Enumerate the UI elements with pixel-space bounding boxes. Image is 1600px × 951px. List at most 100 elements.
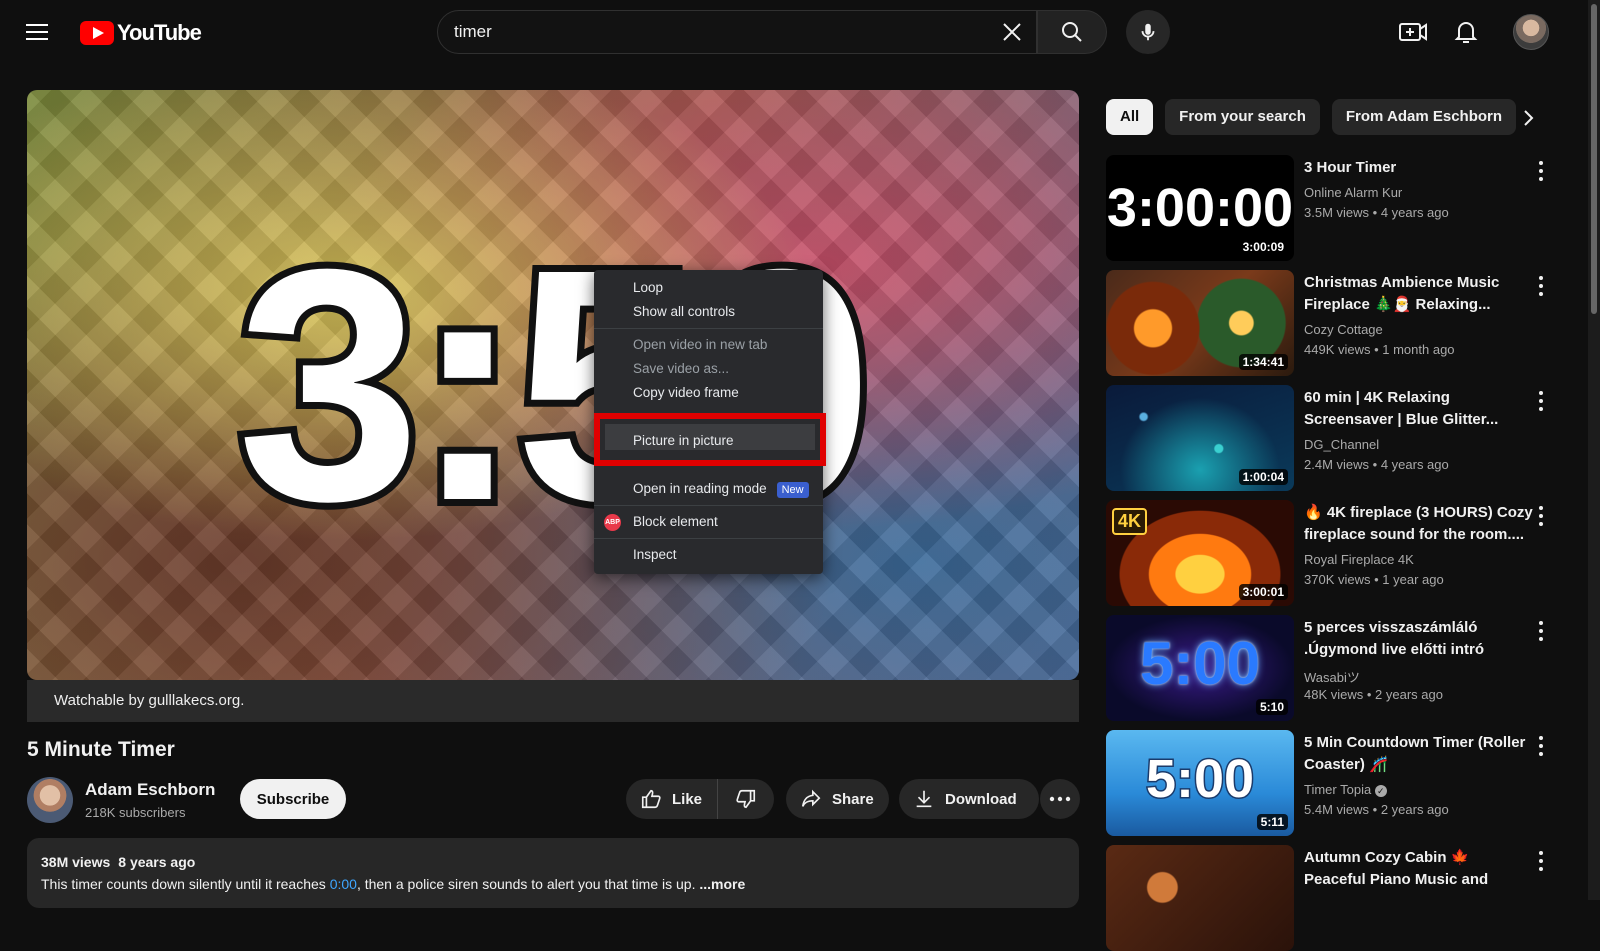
recommendation-title[interactable]: 🔥 4K fireplace (3 HOURS) Cozy fireplace … bbox=[1304, 502, 1534, 546]
chevron-right-icon[interactable] bbox=[1518, 108, 1538, 128]
menu-item-label: Open in reading mode bbox=[633, 481, 767, 496]
video-player[interactable]: 3:50 bbox=[27, 90, 1079, 680]
recommendation-channel[interactable]: DG_Channel bbox=[1304, 437, 1379, 452]
download-button[interactable]: Download bbox=[899, 779, 1039, 819]
like-button[interactable]: Like bbox=[626, 779, 718, 819]
thumbnail-text: 5:00 bbox=[1144, 748, 1255, 811]
menu-item-show-all-controls[interactable]: Show all controls bbox=[594, 300, 823, 324]
more-vertical-icon[interactable] bbox=[1538, 276, 1544, 296]
chip-from-channel[interactable]: From Adam Eschborn bbox=[1331, 99, 1517, 135]
timestamp-link[interactable]: 0:00 bbox=[330, 876, 357, 892]
menu-item-copy-video-frame[interactable]: Copy video frame bbox=[594, 381, 823, 405]
description-part: , then a police siren sounds to alert yo… bbox=[356, 876, 700, 892]
recommendation-channel[interactable]: Wasabiツ bbox=[1304, 667, 1360, 686]
recommendation-channel[interactable]: Royal Fireplace 4K bbox=[1304, 552, 1414, 567]
video-thumbnail[interactable]: 3:00:00 3:00:09 bbox=[1106, 155, 1294, 261]
rec-age: 4 years ago bbox=[1380, 205, 1449, 220]
subscribe-button[interactable]: Subscribe bbox=[240, 779, 346, 819]
video-thumbnail[interactable]: 1:00:04 bbox=[1106, 385, 1294, 491]
video-title: 5 Minute Timer bbox=[27, 738, 175, 761]
video-thumbnail[interactable] bbox=[1106, 845, 1294, 951]
recommendation-meta: 2.4M views • 4 years ago bbox=[1304, 457, 1449, 472]
recommendation-title[interactable]: 5 perces visszaszámláló .Úgymond live el… bbox=[1304, 617, 1534, 661]
rec-age: 4 years ago bbox=[1380, 457, 1449, 472]
youtube-logo[interactable]: YouTube bbox=[80, 20, 202, 46]
more-vertical-icon[interactable] bbox=[1538, 161, 1544, 181]
description-box[interactable]: 38M views 8 years ago This timer counts … bbox=[27, 838, 1079, 908]
rec-age: 2 years ago bbox=[1375, 687, 1443, 702]
menu-icon[interactable] bbox=[26, 18, 54, 46]
recommendation-item[interactable]: 4K 3:00:01 🔥 4K fireplace (3 HOURS) Cozy… bbox=[1106, 500, 1556, 606]
recommendation-item[interactable]: 1:34:41 Christmas Ambience Music Firepla… bbox=[1106, 270, 1556, 376]
search-input[interactable] bbox=[454, 11, 974, 53]
more-actions-button[interactable] bbox=[1040, 779, 1080, 819]
masthead: YouTube bbox=[0, 0, 1600, 64]
recommendation-item[interactable]: 1:00:04 60 min | 4K Relaxing Screensaver… bbox=[1106, 385, 1556, 491]
video-thumbnail[interactable]: 5:00 5:11 bbox=[1106, 730, 1294, 836]
channel-label: Timer Topia bbox=[1304, 782, 1372, 797]
chip-from-your-search[interactable]: From your search bbox=[1165, 99, 1320, 135]
account-avatar[interactable] bbox=[1513, 14, 1549, 50]
recommendation-meta: 5.4M views • 2 years ago bbox=[1304, 802, 1449, 817]
picture-in-picture-label-overlay[interactable]: Picture in picture bbox=[633, 433, 734, 448]
rec-views: 449K views bbox=[1304, 342, 1371, 357]
show-more-link[interactable]: ...more bbox=[699, 876, 745, 892]
menu-item-reading-mode[interactable]: Open in reading mode New bbox=[594, 477, 823, 501]
channel-name[interactable]: Adam Eschborn bbox=[85, 780, 215, 800]
duration-badge: 5:11 bbox=[1256, 814, 1288, 830]
recommendation-title[interactable]: 5 Min Countdown Timer (Roller Coaster) 🎢 bbox=[1304, 732, 1534, 776]
download-icon bbox=[916, 790, 932, 808]
verified-icon: ✓ bbox=[1374, 784, 1387, 797]
like-dislike-group: Like bbox=[626, 779, 774, 819]
recommendation-meta: 48K views • 2 years ago bbox=[1304, 687, 1443, 702]
channel-avatar[interactable] bbox=[27, 777, 73, 823]
video-thumbnail[interactable]: 1:34:41 bbox=[1106, 270, 1294, 376]
duration-badge: 3:00:09 bbox=[1238, 239, 1288, 255]
menu-separator bbox=[594, 328, 823, 329]
4k-badge: 4K bbox=[1112, 508, 1148, 535]
close-icon[interactable] bbox=[1000, 20, 1024, 44]
video-thumbnail[interactable]: 4K 3:00:01 bbox=[1106, 500, 1294, 606]
recommendation-title[interactable]: Christmas Ambience Music Fireplace 🎄🎅 Re… bbox=[1304, 272, 1534, 316]
recommendation-item[interactable]: 3:00:00 3:00:09 3 Hour Timer Online Alar… bbox=[1106, 155, 1556, 261]
duration-badge: 5:10 bbox=[1255, 699, 1288, 715]
menu-item-open-video-new-tab: Open video in new tab bbox=[633, 337, 768, 352]
page-scrollbar[interactable] bbox=[1588, 0, 1600, 900]
menu-item-loop[interactable]: Loop bbox=[594, 276, 823, 300]
recommendation-title[interactable]: 3 Hour Timer bbox=[1304, 157, 1534, 179]
more-vertical-icon[interactable] bbox=[1538, 621, 1544, 641]
menu-item-label: Block element bbox=[633, 514, 718, 529]
recommendation-channel[interactable]: Online Alarm Kur bbox=[1304, 185, 1402, 200]
chip-all[interactable]: All bbox=[1106, 99, 1154, 135]
recommendation-title[interactable]: 60 min | 4K Relaxing Screensaver | Blue … bbox=[1304, 387, 1534, 431]
menu-separator bbox=[594, 538, 823, 539]
recommendation-meta: 449K views • 1 month ago bbox=[1304, 342, 1455, 357]
more-vertical-icon[interactable] bbox=[1538, 391, 1544, 411]
view-count: 38M views bbox=[41, 854, 111, 870]
notifications-bell-icon[interactable] bbox=[1452, 18, 1480, 46]
more-vertical-icon[interactable] bbox=[1538, 851, 1544, 871]
recommendation-channel[interactable]: Timer Topia ✓ bbox=[1304, 782, 1387, 797]
adblock-plus-icon: ABP bbox=[604, 514, 621, 531]
share-icon bbox=[801, 789, 821, 807]
share-button[interactable]: Share bbox=[786, 779, 889, 819]
recommendation-channel[interactable]: Cozy Cottage bbox=[1304, 322, 1383, 337]
more-vertical-icon[interactable] bbox=[1538, 736, 1544, 756]
scrollbar-thumb[interactable] bbox=[1591, 4, 1597, 314]
recommendation-item[interactable]: 5:00 5:10 5 perces visszaszámláló .Úgymo… bbox=[1106, 615, 1556, 721]
create-video-icon[interactable] bbox=[1398, 18, 1428, 46]
menu-item-inspect[interactable]: Inspect bbox=[594, 543, 823, 567]
video-caption-strip: Watchable by gulllakecs.org. bbox=[27, 680, 1079, 722]
description-text: This timer counts down silently until it… bbox=[41, 876, 1065, 892]
menu-item-block-element[interactable]: ABP Block element bbox=[594, 510, 823, 534]
filter-chips: All From your search From Adam Eschborn bbox=[1106, 99, 1517, 135]
recommendation-item[interactable]: Autumn Cozy Cabin 🍁 Peaceful Piano Music… bbox=[1106, 845, 1556, 951]
search-button[interactable] bbox=[1037, 10, 1107, 54]
more-vertical-icon[interactable] bbox=[1538, 506, 1544, 526]
voice-search-button[interactable] bbox=[1126, 10, 1170, 54]
logo-text: YouTube bbox=[117, 20, 202, 45]
dislike-button[interactable] bbox=[718, 779, 774, 819]
recommendation-item[interactable]: 5:00 5:11 5 Min Countdown Timer (Roller … bbox=[1106, 730, 1556, 836]
recommendation-title[interactable]: Autumn Cozy Cabin 🍁 Peaceful Piano Music… bbox=[1304, 847, 1534, 891]
video-thumbnail[interactable]: 5:00 5:10 bbox=[1106, 615, 1294, 721]
